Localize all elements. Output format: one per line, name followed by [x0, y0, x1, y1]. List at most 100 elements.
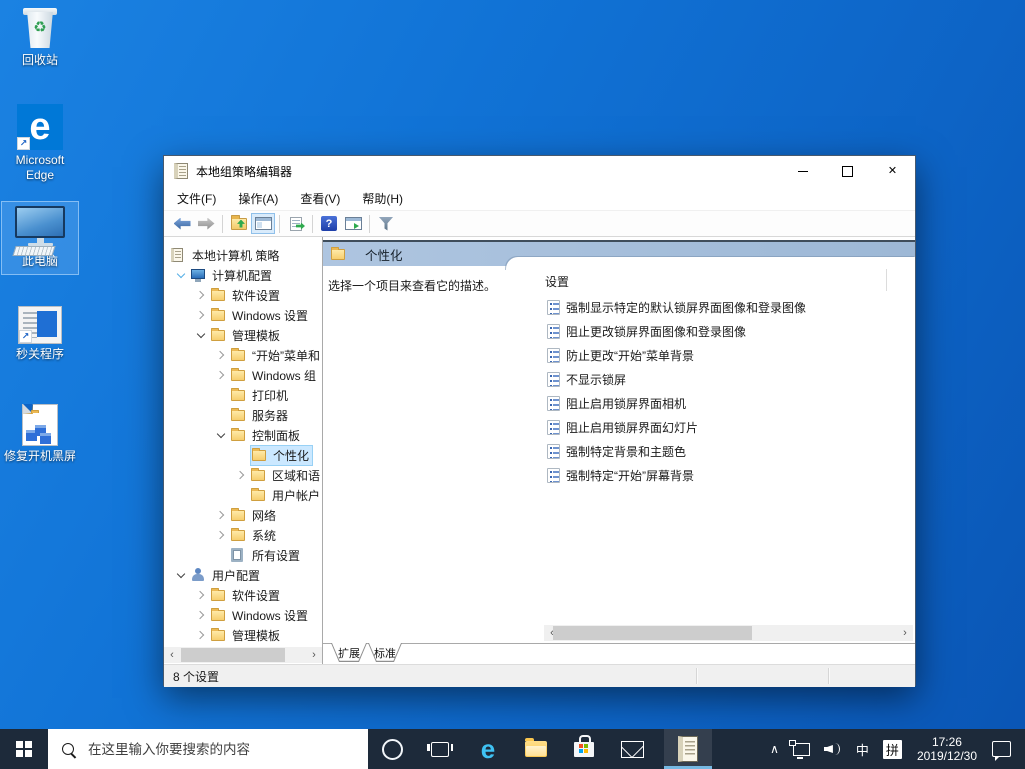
chevron-down-icon[interactable] — [171, 265, 191, 285]
chevron-down-icon[interactable] — [211, 425, 231, 445]
back-button[interactable] — [170, 213, 194, 234]
chevron-right-icon[interactable] — [191, 585, 211, 605]
file-explorer-icon — [525, 738, 547, 757]
tree-item-root[interactable]: 本地计算机 策略 — [164, 245, 322, 265]
mail-button[interactable] — [608, 729, 656, 769]
chevron-right-icon[interactable] — [191, 625, 211, 645]
ime-language-button[interactable]: 中 — [849, 729, 876, 769]
store-button[interactable] — [560, 729, 608, 769]
tree-item[interactable]: 用户帐户 — [164, 485, 322, 505]
setting-row[interactable]: 不显示锁屏 — [547, 369, 626, 389]
tree-item-personalization[interactable]: 个性化 — [164, 444, 322, 466]
chevron-right-icon[interactable] — [211, 525, 231, 545]
chevron-right-icon[interactable] — [191, 305, 211, 325]
menu-view[interactable]: 查看(V) — [300, 190, 340, 207]
setting-row[interactable]: 防止更改“开始”菜单背景 — [547, 345, 694, 365]
chevron-right-icon[interactable] — [191, 605, 211, 625]
desktop-icon-edge[interactable]: e ↗ Microsoft Edge — [2, 104, 78, 183]
show-console-tree-button[interactable] — [251, 213, 275, 234]
search-input[interactable] — [86, 740, 368, 758]
tree-item[interactable]: 软件设置 — [164, 285, 322, 305]
setting-row[interactable]: 阻止启用锁屏界面相机 — [547, 393, 686, 413]
tree-item[interactable]: 服务器 — [164, 405, 322, 425]
setting-row[interactable]: 阻止启用锁屏界面幻灯片 — [547, 417, 698, 437]
menu-file[interactable]: 文件(F) — [177, 190, 216, 207]
minimize-button[interactable] — [780, 156, 825, 186]
forward-button[interactable] — [194, 213, 218, 234]
tree-item[interactable]: “开始”菜单和 — [164, 345, 322, 365]
tree-item[interactable]: 管理模板 — [164, 625, 322, 645]
tree-item[interactable]: Windows 设置 — [164, 305, 322, 325]
task-view-button[interactable] — [416, 729, 464, 769]
cortana-button[interactable] — [368, 729, 416, 769]
tab-standard[interactable]: 标准 — [368, 643, 402, 662]
tree-item[interactable]: Windows 设置 — [164, 605, 322, 625]
export-list-button[interactable] — [284, 213, 308, 234]
tree-item[interactable]: 控制面板 — [164, 425, 322, 445]
tree-item[interactable]: 打印机 — [164, 385, 322, 405]
scroll-right-icon[interactable]: › — [306, 649, 322, 661]
file-explorer-button[interactable] — [512, 729, 560, 769]
gpedit-scroll-icon — [174, 163, 188, 179]
close-button[interactable]: ✕ — [870, 156, 915, 186]
setting-row[interactable]: 阻止更改锁屏界面图像和登录图像 — [547, 321, 746, 341]
tree-item[interactable]: 系统 — [164, 525, 322, 545]
chevron-right-icon[interactable] — [191, 285, 211, 305]
tree-horizontal-scrollbar[interactable]: ‹ › — [164, 647, 322, 663]
list-horizontal-scrollbar[interactable]: ‹ › — [544, 625, 913, 641]
shortcut-arrow-icon: ↗ — [19, 330, 32, 343]
up-one-level-button[interactable] — [227, 213, 251, 234]
gpedit-taskbar-button[interactable] — [664, 729, 712, 769]
tree-item[interactable]: 区域和语 — [164, 465, 322, 485]
column-divider[interactable] — [886, 269, 887, 291]
tree-item[interactable]: 网络 — [164, 505, 322, 525]
chevron-down-icon[interactable] — [171, 565, 191, 585]
network-button[interactable] — [786, 729, 817, 769]
chevron-right-icon[interactable] — [231, 465, 251, 485]
menu-action[interactable]: 操作(A) — [238, 190, 278, 207]
tree-item[interactable]: Windows 组 — [164, 365, 322, 385]
help-button[interactable]: ? — [317, 213, 341, 234]
tree-item-all-settings[interactable]: 所有设置 — [164, 545, 322, 565]
taskbar-edge-button[interactable]: e — [464, 729, 512, 769]
folder-icon — [211, 588, 229, 602]
title-bar[interactable]: 本地组策略编辑器 ✕ — [164, 156, 915, 186]
tab-extended[interactable]: 扩展 — [331, 643, 367, 662]
desktop-icon-app-shortcut[interactable]: ↗ 秒关程序 — [2, 306, 78, 362]
desktop-icon-label: 修复开机黑屏 — [3, 449, 76, 463]
setting-row[interactable]: 强制特定“开始”屏幕背景 — [547, 465, 694, 485]
desktop-icon-this-pc[interactable]: 此电脑 — [1, 201, 79, 275]
scrollbar-thumb[interactable] — [553, 626, 752, 640]
tree-item[interactable]: 软件设置 — [164, 585, 322, 605]
scroll-right-icon[interactable]: › — [897, 627, 913, 639]
computer-icon — [191, 268, 209, 282]
action-center-button[interactable] — [985, 729, 1025, 769]
chevron-down-icon[interactable] — [191, 325, 211, 345]
volume-button[interactable] — [817, 729, 849, 769]
menu-help[interactable]: 帮助(H) — [362, 190, 403, 207]
tree-item-computer-config[interactable]: 计算机配置 — [164, 265, 322, 285]
desktop-icon-registry-fix[interactable]: 修复开机黑屏 — [2, 404, 78, 464]
show-action-pane-button[interactable] — [341, 213, 365, 234]
desktop-icon-recycle-bin[interactable]: ♻︎ 回收站 — [2, 8, 78, 68]
settings-column-header[interactable]: 设置 — [545, 273, 569, 290]
tree-item[interactable]: 管理模板 — [164, 325, 322, 345]
selected-tree-item[interactable]: 个性化 — [249, 444, 314, 466]
policy-setting-icon — [547, 419, 560, 435]
maximize-button[interactable] — [825, 156, 870, 186]
chevron-right-icon[interactable] — [211, 505, 231, 525]
setting-row[interactable]: 强制特定背景和主题色 — [547, 441, 686, 461]
start-button[interactable] — [0, 729, 48, 769]
clock[interactable]: 17:26 2019/12/30 — [909, 735, 985, 763]
tree-item-user-config[interactable]: 用户配置 — [164, 565, 322, 585]
taskbar-search[interactable] — [48, 729, 368, 769]
scroll-left-icon[interactable]: ‹ — [164, 649, 180, 661]
view-tabs: 扩展 标准 — [323, 643, 915, 664]
tray-chevron-button[interactable]: ∧ — [763, 729, 786, 769]
filter-button[interactable] — [374, 213, 398, 234]
setting-row[interactable]: 强制显示特定的默认锁屏界面图像和登录图像 — [547, 297, 806, 317]
chevron-right-icon[interactable] — [211, 345, 231, 365]
chevron-right-icon[interactable] — [211, 365, 231, 385]
ime-mode-button[interactable]: 拼 — [876, 729, 909, 769]
scrollbar-thumb[interactable] — [181, 648, 285, 662]
